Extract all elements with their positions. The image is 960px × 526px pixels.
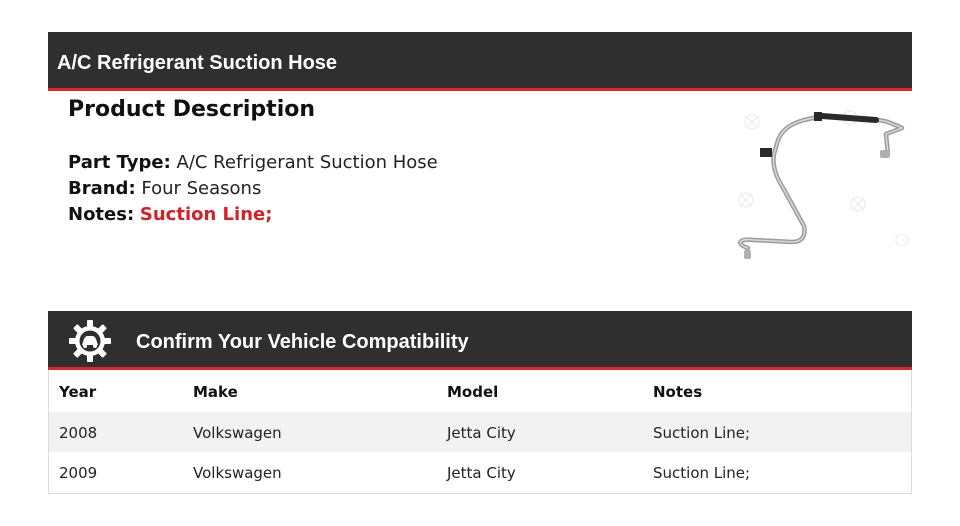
column-header-model: Model: [447, 383, 499, 401]
brand-label: Brand:: [68, 178, 136, 199]
description-heading: Product Description: [68, 97, 316, 122]
part-type-value: A/C Refrigerant Suction Hose: [176, 152, 438, 173]
column-header-notes: Notes: [653, 383, 703, 401]
cell-make: Volkswagen: [193, 464, 282, 482]
table-header-row: Year Make Model Notes: [49, 370, 911, 410]
gear-car-icon: [69, 320, 111, 362]
cell-model: Jetta City: [447, 424, 516, 442]
cell-notes: Suction Line;: [653, 424, 751, 442]
part-type-label: Part Type:: [68, 152, 171, 173]
notes-value: Suction Line;: [139, 204, 273, 225]
cell-model: Jetta City: [447, 464, 516, 482]
compatibility-title: Confirm Your Vehicle Compatibility: [136, 331, 469, 353]
brand-line: Brand: Four Seasons: [68, 178, 261, 199]
column-header-make: Make: [193, 383, 238, 401]
cell-year: 2008: [59, 424, 98, 442]
table-row: 2008 Volkswagen Jetta City Suction Line;: [49, 412, 911, 452]
notes-line: Notes: Suction Line;: [68, 204, 272, 225]
cell-make: Volkswagen: [193, 424, 282, 442]
compatibility-bar: Confirm Your Vehicle Compatibility: [48, 311, 912, 370]
brand-value: Four Seasons: [141, 178, 262, 199]
ac-suction-hose-image: [738, 110, 909, 259]
product-title: A/C Refrigerant Suction Hose: [57, 52, 338, 74]
cell-year: 2009: [59, 464, 98, 482]
product-title-bar: A/C Refrigerant Suction Hose: [48, 32, 912, 91]
table-row: 2009 Volkswagen Jetta City Suction Line;: [49, 452, 911, 492]
notes-label: Notes:: [68, 204, 135, 225]
column-header-year: Year: [59, 383, 97, 401]
cell-notes: Suction Line;: [653, 464, 751, 482]
part-type-line: Part Type: A/C Refrigerant Suction Hose: [68, 152, 438, 173]
compatibility-table: Year Make Model Notes 2008 Volkswagen Je…: [48, 370, 912, 494]
